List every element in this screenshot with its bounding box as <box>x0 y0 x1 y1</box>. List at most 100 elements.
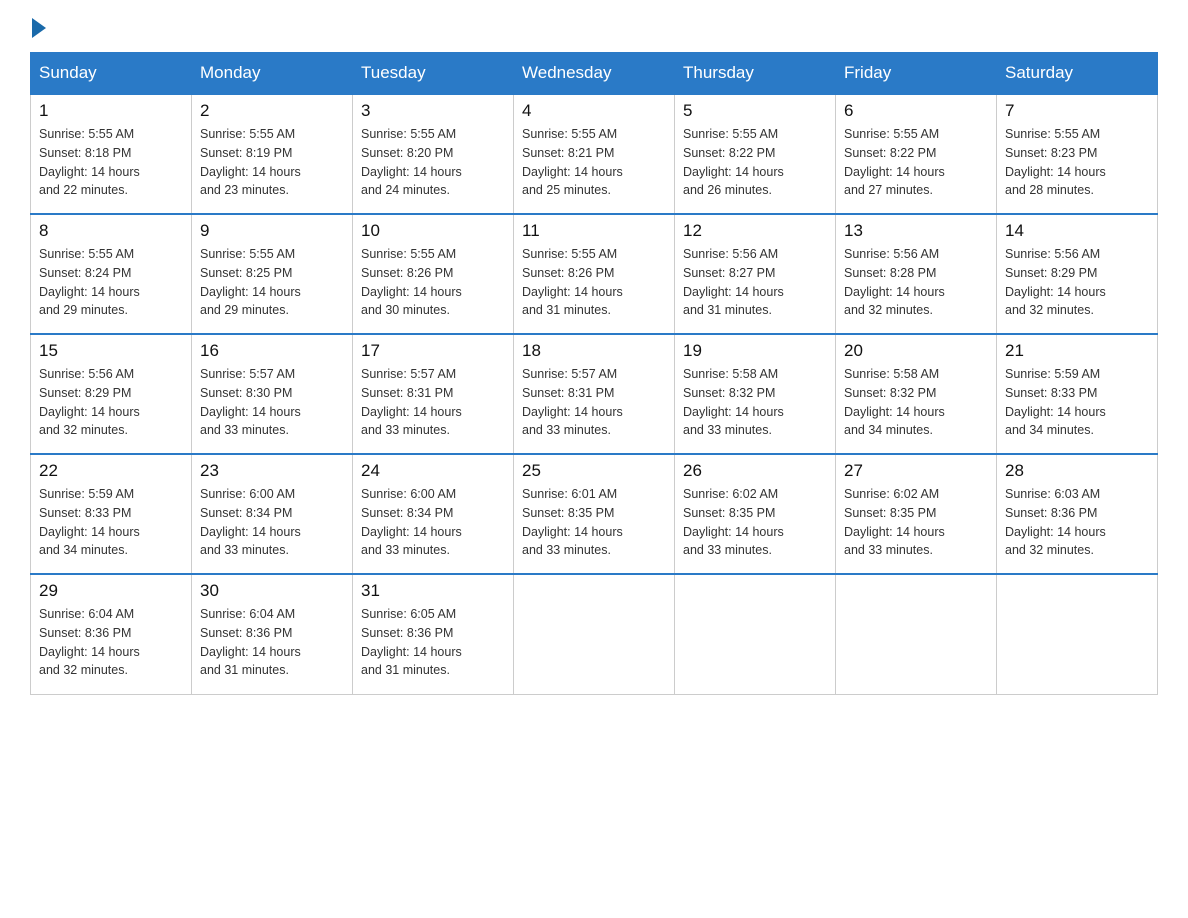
calendar-cell <box>836 574 997 694</box>
calendar-cell: 8Sunrise: 5:55 AMSunset: 8:24 PMDaylight… <box>31 214 192 334</box>
day-number: 12 <box>683 221 827 241</box>
day-number: 17 <box>361 341 505 361</box>
calendar-week-row: 22Sunrise: 5:59 AMSunset: 8:33 PMDayligh… <box>31 454 1158 574</box>
calendar-cell: 29 Sunrise: 6:04 AMSunset: 8:36 PMDayligh… <box>31 574 192 694</box>
day-number: 1 <box>39 101 183 121</box>
day-info: Sunrise: 6:04 AMSunset: 8:36 PMDaylight:… <box>200 605 344 680</box>
day-number: 18 <box>522 341 666 361</box>
day-info: Sunrise: 5:56 AMSunset: 8:29 PMDaylight:… <box>1005 245 1149 320</box>
day-number: 24 <box>361 461 505 481</box>
calendar-header-sunday: Sunday <box>31 53 192 95</box>
calendar-cell: 24 Sunrise: 6:00 AMSunset: 8:34 PMDayligh… <box>353 454 514 574</box>
calendar-cell: 28 Sunrise: 6:03 AMSunset: 8:36 PMDayligh… <box>997 454 1158 574</box>
calendar-cell: 5Sunrise: 5:55 AMSunset: 8:22 PMDaylight… <box>675 94 836 214</box>
calendar-cell: 26 Sunrise: 6:02 AMSunset: 8:35 PMDayligh… <box>675 454 836 574</box>
day-info: Sunrise: 5:55 AMSunset: 8:18 PMDaylight:… <box>39 125 183 200</box>
calendar-cell: 15 Sunrise: 5:56 AMSunset: 8:29 PMDayligh… <box>31 334 192 454</box>
day-number: 6 <box>844 101 988 121</box>
day-info: Sunrise: 5:55 AMSunset: 8:21 PMDaylight:… <box>522 125 666 200</box>
day-number: 14 <box>1005 221 1149 241</box>
logo <box>30 20 46 34</box>
calendar-cell: 21 Sunrise: 5:59 AMSunset: 8:33 PMDayligh… <box>997 334 1158 454</box>
calendar-table: SundayMondayTuesdayWednesdayThursdayFrid… <box>30 52 1158 695</box>
day-number: 3 <box>361 101 505 121</box>
day-number: 4 <box>522 101 666 121</box>
day-number: 23 <box>200 461 344 481</box>
calendar-week-row: 1 Sunrise: 5:55 AMSunset: 8:18 PMDaylight… <box>31 94 1158 214</box>
day-number: 7 <box>1005 101 1149 121</box>
day-number: 31 <box>361 581 505 601</box>
calendar-cell: 16 Sunrise: 5:57 AMSunset: 8:30 PMDayligh… <box>192 334 353 454</box>
calendar-cell <box>675 574 836 694</box>
day-info: Sunrise: 5:56 AMSunset: 8:27 PMDaylight:… <box>683 245 827 320</box>
day-info: Sunrise: 6:02 AMSunset: 8:35 PMDaylight:… <box>683 485 827 560</box>
calendar-cell: 23Sunrise: 6:00 AMSunset: 8:34 PMDayligh… <box>192 454 353 574</box>
day-info: Sunrise: 5:57 AMSunset: 8:31 PMDaylight:… <box>361 365 505 440</box>
day-info: Sunrise: 5:56 AMSunset: 8:28 PMDaylight:… <box>844 245 988 320</box>
calendar-cell: 4 Sunrise: 5:55 AMSunset: 8:21 PMDaylight… <box>514 94 675 214</box>
calendar-cell: 20Sunrise: 5:58 AMSunset: 8:32 PMDayligh… <box>836 334 997 454</box>
day-info: Sunrise: 6:04 AMSunset: 8:36 PMDaylight:… <box>39 605 183 680</box>
calendar-cell <box>997 574 1158 694</box>
day-number: 28 <box>1005 461 1149 481</box>
day-number: 16 <box>200 341 344 361</box>
calendar-cell: 22Sunrise: 5:59 AMSunset: 8:33 PMDayligh… <box>31 454 192 574</box>
day-number: 25 <box>522 461 666 481</box>
calendar-header-friday: Friday <box>836 53 997 95</box>
calendar-cell: 31 Sunrise: 6:05 AMSunset: 8:36 PMDayligh… <box>353 574 514 694</box>
day-number: 20 <box>844 341 988 361</box>
calendar-cell: 13 Sunrise: 5:56 AMSunset: 8:28 PMDayligh… <box>836 214 997 334</box>
calendar-cell: 7 Sunrise: 5:55 AMSunset: 8:23 PMDaylight… <box>997 94 1158 214</box>
day-info: Sunrise: 5:55 AMSunset: 8:26 PMDaylight:… <box>361 245 505 320</box>
day-info: Sunrise: 5:55 AMSunset: 8:22 PMDaylight:… <box>844 125 988 200</box>
day-number: 15 <box>39 341 183 361</box>
calendar-cell: 10 Sunrise: 5:55 AMSunset: 8:26 PMDayligh… <box>353 214 514 334</box>
page-header <box>30 20 1158 34</box>
calendar-cell <box>514 574 675 694</box>
calendar-header-saturday: Saturday <box>997 53 1158 95</box>
day-number: 26 <box>683 461 827 481</box>
calendar-cell: 19 Sunrise: 5:58 AMSunset: 8:32 PMDayligh… <box>675 334 836 454</box>
calendar-cell: 1 Sunrise: 5:55 AMSunset: 8:18 PMDaylight… <box>31 94 192 214</box>
day-number: 5 <box>683 101 827 121</box>
calendar-cell: 11 Sunrise: 5:55 AMSunset: 8:26 PMDayligh… <box>514 214 675 334</box>
day-info: Sunrise: 5:55 AMSunset: 8:20 PMDaylight:… <box>361 125 505 200</box>
day-number: 19 <box>683 341 827 361</box>
calendar-header-wednesday: Wednesday <box>514 53 675 95</box>
day-info: Sunrise: 5:56 AMSunset: 8:29 PMDaylight:… <box>39 365 183 440</box>
calendar-header-row: SundayMondayTuesdayWednesdayThursdayFrid… <box>31 53 1158 95</box>
calendar-week-row: 15 Sunrise: 5:56 AMSunset: 8:29 PMDayligh… <box>31 334 1158 454</box>
day-info: Sunrise: 5:57 AMSunset: 8:31 PMDaylight:… <box>522 365 666 440</box>
day-info: Sunrise: 5:59 AMSunset: 8:33 PMDaylight:… <box>1005 365 1149 440</box>
calendar-header-monday: Monday <box>192 53 353 95</box>
calendar-cell: 25Sunrise: 6:01 AMSunset: 8:35 PMDayligh… <box>514 454 675 574</box>
day-number: 27 <box>844 461 988 481</box>
day-number: 22 <box>39 461 183 481</box>
day-number: 30 <box>200 581 344 601</box>
day-number: 21 <box>1005 341 1149 361</box>
day-info: Sunrise: 5:57 AMSunset: 8:30 PMDaylight:… <box>200 365 344 440</box>
logo-triangle-icon <box>32 18 46 38</box>
day-info: Sunrise: 6:03 AMSunset: 8:36 PMDaylight:… <box>1005 485 1149 560</box>
calendar-header-tuesday: Tuesday <box>353 53 514 95</box>
calendar-cell: 6 Sunrise: 5:55 AMSunset: 8:22 PMDaylight… <box>836 94 997 214</box>
day-info: Sunrise: 6:05 AMSunset: 8:36 PMDaylight:… <box>361 605 505 680</box>
calendar-cell: 17 Sunrise: 5:57 AMSunset: 8:31 PMDayligh… <box>353 334 514 454</box>
day-number: 29 <box>39 581 183 601</box>
calendar-week-row: 29 Sunrise: 6:04 AMSunset: 8:36 PMDayligh… <box>31 574 1158 694</box>
day-number: 8 <box>39 221 183 241</box>
calendar-cell: 9Sunrise: 5:55 AMSunset: 8:25 PMDaylight… <box>192 214 353 334</box>
day-info: Sunrise: 5:55 AMSunset: 8:19 PMDaylight:… <box>200 125 344 200</box>
day-info: Sunrise: 6:00 AMSunset: 8:34 PMDaylight:… <box>361 485 505 560</box>
day-info: Sunrise: 5:55 AMSunset: 8:23 PMDaylight:… <box>1005 125 1149 200</box>
day-info: Sunrise: 5:58 AMSunset: 8:32 PMDaylight:… <box>683 365 827 440</box>
day-number: 10 <box>361 221 505 241</box>
day-number: 11 <box>522 221 666 241</box>
calendar-cell: 30 Sunrise: 6:04 AMSunset: 8:36 PMDayligh… <box>192 574 353 694</box>
calendar-cell: 12 Sunrise: 5:56 AMSunset: 8:27 PMDayligh… <box>675 214 836 334</box>
calendar-cell: 3 Sunrise: 5:55 AMSunset: 8:20 PMDaylight… <box>353 94 514 214</box>
calendar-cell: 2Sunrise: 5:55 AMSunset: 8:19 PMDaylight… <box>192 94 353 214</box>
day-number: 13 <box>844 221 988 241</box>
calendar-week-row: 8Sunrise: 5:55 AMSunset: 8:24 PMDaylight… <box>31 214 1158 334</box>
day-info: Sunrise: 5:55 AMSunset: 8:26 PMDaylight:… <box>522 245 666 320</box>
